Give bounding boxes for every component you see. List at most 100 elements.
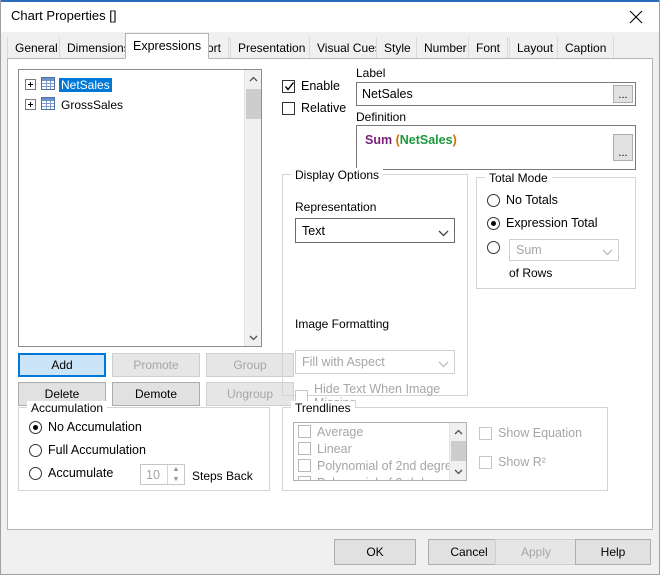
label-input-value: NetSales (362, 87, 413, 101)
no-totals-label: No Totals (506, 193, 558, 207)
chevron-up-icon[interactable] (245, 70, 262, 87)
aggregation-total-radio[interactable] (487, 241, 506, 254)
tab-strip: General Dimensions Expressions Sort Pres… (1, 32, 659, 59)
tree-item-netsales[interactable]: NetSales (19, 76, 244, 93)
accumulate-radio[interactable]: Accumulate (29, 466, 113, 480)
no-totals-radio[interactable]: No Totals (487, 193, 558, 207)
accumulate-label: Accumulate (48, 466, 114, 480)
show-r2-checkbox: Show R² (479, 455, 546, 469)
steps-back-stepper[interactable]: 10 ▲ ▼ (140, 464, 185, 485)
stepper-down-icon[interactable]: ▼ (168, 475, 184, 485)
image-formatting-value: Fill with Aspect (302, 355, 385, 369)
apply-button: Apply (495, 539, 577, 565)
stepper-up-icon[interactable]: ▲ (168, 465, 184, 475)
accumulation-group: Accumulation No Accumulation Full Accumu… (18, 401, 270, 491)
radio-circle (29, 420, 42, 434)
close-button[interactable] (613, 2, 659, 32)
expression-total-radio[interactable]: Expression Total (487, 216, 598, 230)
tab-expressions[interactable]: Expressions (125, 33, 210, 59)
steps-back-value: 10 (146, 467, 160, 482)
chevron-down-icon (438, 226, 449, 236)
scrollbar-thumb[interactable] (246, 89, 261, 119)
add-button[interactable]: Add (18, 353, 106, 377)
checkbox-box (298, 425, 311, 438)
help-button[interactable]: Help (575, 539, 651, 565)
definition-caption: Definition (356, 110, 407, 124)
total-mode-group: Total Mode No Totals Expression Total Su… (476, 171, 636, 289)
label-input[interactable]: NetSales ... (356, 82, 636, 106)
chevron-down-icon[interactable] (450, 463, 466, 480)
tree-item-label: NetSales (59, 77, 112, 92)
total-mode-title: Total Mode (485, 171, 552, 185)
label-browse-button[interactable]: ... (613, 85, 633, 103)
chevron-up-icon[interactable] (450, 423, 466, 440)
list-item[interactable]: Average (294, 423, 449, 440)
dialog-footer: OK Cancel Apply Help (1, 530, 659, 574)
trendlines-scrollbar[interactable] (449, 423, 466, 480)
expressions-tree[interactable]: NetSales GrossSales (18, 69, 262, 347)
show-r2-label: Show R² (498, 455, 546, 469)
definition-close-paren-token: ) (452, 133, 457, 147)
show-equation-label: Show Equation (498, 426, 583, 440)
ok-button[interactable]: OK (334, 539, 416, 565)
definition-browse-button[interactable]: ... (613, 134, 633, 161)
label-caption: Label (356, 66, 386, 80)
show-equation-checkbox: Show Equation (479, 426, 582, 440)
trendlines-list-items: Average Linear Polynomial of 2nd degree … (294, 423, 459, 480)
radio-circle (487, 241, 500, 254)
chart-properties-dialog: Chart Properties [] General Dimensions E… (0, 0, 660, 575)
ungroup-button: Ungroup (206, 382, 294, 406)
list-item[interactable]: Polynomial of 2nd degree (294, 457, 459, 474)
list-item[interactable]: Linear (294, 440, 449, 457)
image-formatting-select: Fill with Aspect (295, 350, 455, 374)
trendline-label: Average (317, 424, 364, 439)
of-rows-label: of Rows (509, 266, 553, 280)
expand-plus-icon[interactable] (25, 99, 36, 110)
trendline-label: Linear (317, 441, 352, 456)
table-grid-icon (41, 76, 55, 93)
definition-expression-text: Sum (NetSales) (365, 133, 457, 147)
expression-total-label: Expression Total (506, 216, 598, 230)
demote-button[interactable]: Demote (112, 382, 200, 406)
radio-circle (29, 443, 42, 457)
checkmark-icon (284, 81, 295, 92)
tab-number[interactable]: Number (416, 37, 475, 59)
radio-circle (487, 193, 500, 207)
chevron-down-icon (438, 358, 449, 368)
representation-value: Text (302, 223, 325, 238)
tab-style[interactable]: Style (376, 37, 419, 59)
aggregation-value: Sum (516, 243, 542, 257)
full-accumulation-radio[interactable]: Full Accumulation (29, 443, 146, 457)
list-item[interactable]: Polynomial of 3rd degree (294, 474, 456, 480)
tree-item-grosssales[interactable]: GrossSales (19, 96, 244, 113)
radio-dot (491, 220, 496, 226)
checkbox-box (282, 101, 295, 115)
title-bar: Chart Properties [] (1, 2, 659, 32)
chevron-down-icon (602, 246, 613, 256)
relative-label: Relative (301, 101, 347, 115)
tab-layout[interactable]: Layout (509, 37, 562, 59)
stepper-arrows[interactable]: ▲ ▼ (167, 465, 184, 484)
expand-plus-icon[interactable] (25, 79, 36, 90)
tab-presentation[interactable]: Presentation (230, 37, 314, 59)
display-options-title: Display Options (291, 168, 384, 182)
trendlines-list[interactable]: Average Linear Polynomial of 2nd degree … (293, 422, 467, 481)
tab-general[interactable]: General (7, 37, 66, 59)
enable-label: Enable (301, 79, 340, 93)
checkbox-box (298, 459, 311, 472)
chevron-down-icon[interactable] (245, 329, 262, 346)
relative-checkbox[interactable]: Relative (282, 101, 346, 115)
window-title: Chart Properties [] (11, 8, 117, 23)
trendline-label: Polynomial of 3rd degree (317, 476, 456, 481)
no-accumulation-radio[interactable]: No Accumulation (29, 420, 142, 434)
tab-font[interactable]: Font (468, 37, 509, 59)
scrollbar-thumb[interactable] (451, 441, 466, 461)
expressions-tree-scrollbar[interactable] (244, 70, 261, 346)
enable-checkbox[interactable]: Enable (282, 79, 340, 93)
representation-select[interactable]: Text (295, 218, 455, 243)
promote-button: Promote (112, 353, 200, 377)
tree-item-label: GrossSales (61, 97, 124, 112)
definition-input[interactable]: Sum (NetSales) ... (356, 125, 636, 170)
checkbox-box (282, 79, 295, 93)
tab-caption[interactable]: Caption (557, 37, 615, 59)
